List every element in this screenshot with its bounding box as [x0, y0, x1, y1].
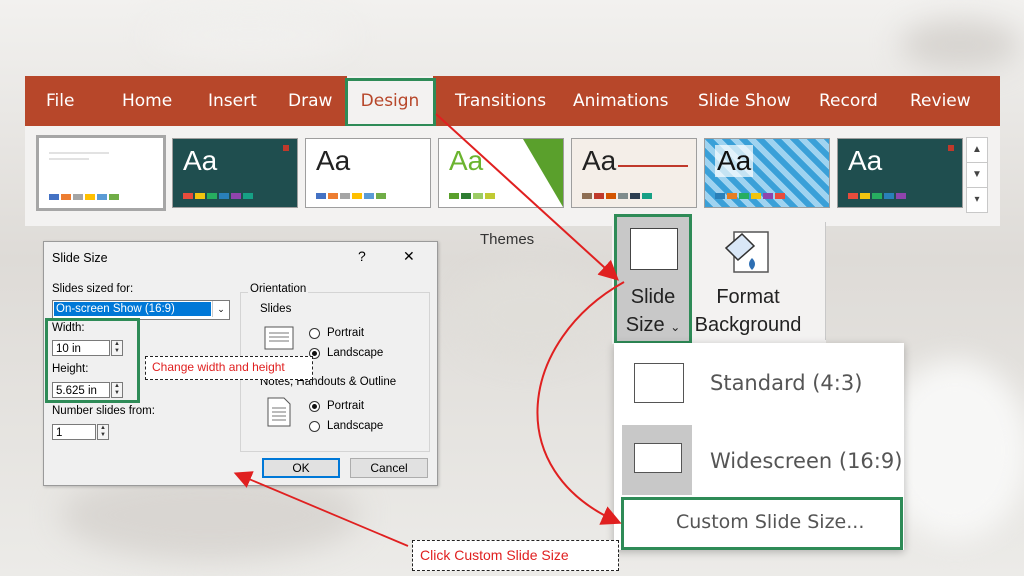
annotation-arrows [233, 113, 625, 547]
arrow-custom-to-dialog [233, 471, 409, 547]
arrow-slide-size-to-custom [536, 281, 625, 525]
arrow-design-to-slide-size [435, 113, 619, 281]
